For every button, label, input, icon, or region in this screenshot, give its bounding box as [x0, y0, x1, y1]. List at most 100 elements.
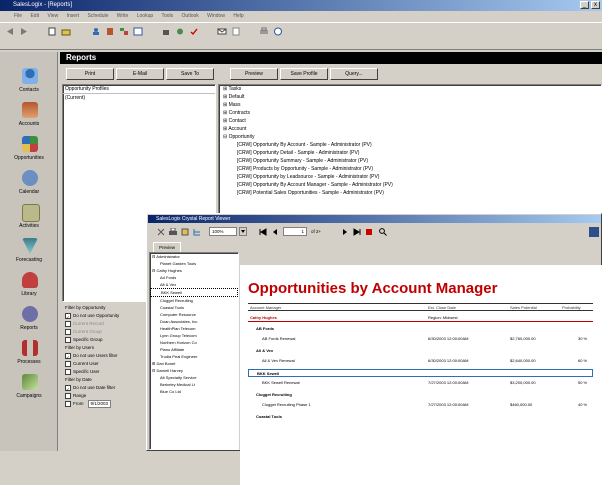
- print-icon[interactable]: [258, 26, 270, 37]
- group-node[interactable]: ⊟ Cathy Hughes: [150, 267, 238, 274]
- minimize-button[interactable]: _: [580, 1, 589, 9]
- group-node[interactable]: Lynn Group Telecom: [150, 332, 238, 339]
- report-item[interactable]: [CRW] Opportunity By Account Manager - S…: [219, 181, 601, 189]
- menu-schedule[interactable]: Schedule: [88, 13, 109, 19]
- first-page-icon[interactable]: [259, 228, 267, 236]
- close-button[interactable]: x: [591, 1, 600, 9]
- prev-page-icon[interactable]: [271, 228, 279, 236]
- checkbox[interactable]: [65, 392, 71, 399]
- checkbox[interactable]: [65, 368, 71, 375]
- filter-option[interactable]: Specific Group: [62, 336, 146, 344]
- meeting-icon[interactable]: [174, 26, 186, 37]
- calendar-icon[interactable]: [132, 26, 144, 37]
- group-tree-icon[interactable]: [193, 228, 201, 236]
- print-icon[interactable]: [169, 227, 177, 236]
- profile-list-item[interactable]: (Current): [63, 94, 215, 102]
- group-node[interactable]: Computer Resource: [150, 311, 238, 318]
- filter-option[interactable]: Current User: [62, 360, 146, 368]
- back-icon[interactable]: [4, 26, 16, 37]
- next-page-icon[interactable]: [341, 228, 349, 236]
- checkbox[interactable]: [65, 400, 71, 407]
- save-to-button[interactable]: Save To: [166, 68, 214, 80]
- group-node[interactable]: ⊟ Administrator: [150, 253, 238, 260]
- filter-option[interactable]: ✓ Do not use Date filter: [62, 384, 146, 392]
- help-icon[interactable]: [272, 26, 284, 37]
- report-item[interactable]: [CRW] Opportunity Summary - Sample - Adm…: [219, 157, 601, 165]
- close-icon[interactable]: [157, 228, 165, 236]
- checkbox[interactable]: [65, 360, 71, 367]
- group-node[interactable]: Blue Co Ltd: [150, 388, 238, 395]
- group-node[interactable]: Ad Fords: [150, 274, 238, 281]
- group-node[interactable]: ⊟ Darnell Harvey: [150, 367, 238, 374]
- group-node-selected[interactable]: BKK Sewell: [150, 288, 238, 297]
- nav-library[interactable]: Library: [0, 270, 58, 304]
- group-node[interactable]: HealthPlan Telecom: [150, 325, 238, 332]
- letter-icon[interactable]: [230, 26, 242, 37]
- group-node[interactable]: Plano Affiliate: [150, 346, 238, 353]
- menu-tools[interactable]: Tools: [161, 13, 173, 19]
- group-node[interactable]: Northern Horizon Co: [150, 339, 238, 346]
- todo-icon[interactable]: [188, 26, 200, 37]
- group-node[interactable]: ⊞ Dan Bonet: [150, 360, 238, 367]
- opportunity-icon[interactable]: [118, 26, 130, 37]
- nav-campaigns[interactable]: Campaigns: [0, 372, 58, 406]
- checkbox[interactable]: ✓: [65, 352, 71, 360]
- nav-opportunities[interactable]: Opportunities: [0, 134, 58, 168]
- print-button[interactable]: Print: [66, 68, 114, 80]
- menu-insert[interactable]: Insert: [67, 13, 80, 19]
- tab-preview[interactable]: Preview: [153, 242, 181, 252]
- checkbox[interactable]: [65, 320, 71, 327]
- last-page-icon[interactable]: [353, 228, 361, 236]
- report-item[interactable]: [CRW] Opportunity By Account - Sample - …: [219, 141, 601, 149]
- group-node[interactable]: Alt & Vex: [150, 281, 238, 288]
- group-node[interactable]: Doan Associates, Inc: [150, 318, 238, 325]
- filter-option[interactable]: Current Group: [62, 328, 146, 336]
- email-button[interactable]: E-Mail: [116, 68, 164, 80]
- menu-lookup[interactable]: Lookup: [137, 13, 153, 19]
- nav-forecasting[interactable]: Forecasting: [0, 236, 58, 270]
- stop-icon[interactable]: [365, 228, 373, 236]
- report-item[interactable]: [CRW] Potential Sales Opportunities - Sa…: [219, 189, 601, 197]
- open-icon[interactable]: [60, 26, 72, 37]
- save-profile-button[interactable]: Save Profile: [280, 68, 328, 80]
- menu-edit[interactable]: Edit: [30, 13, 39, 19]
- query-button[interactable]: Query...: [330, 68, 378, 80]
- menu-file[interactable]: File: [14, 13, 22, 19]
- phone-icon[interactable]: [160, 26, 172, 37]
- group-node[interactable]: Berkeley Medical Lt: [150, 381, 238, 388]
- group-node[interactable]: Coastal Tools: [150, 304, 238, 311]
- tree-node[interactable]: ⊞ Contact: [219, 117, 601, 125]
- group-node[interactable]: Clugget Recruiting: [150, 297, 238, 304]
- zoom-dropdown-icon[interactable]: [239, 227, 247, 236]
- group-node[interactable]: Alt Specialty Service: [150, 374, 238, 381]
- report-item[interactable]: [CRW] Opportunity by Leadsource - Sample…: [219, 173, 601, 181]
- menu-write[interactable]: Write: [117, 13, 129, 19]
- nav-processes[interactable]: Processes: [0, 338, 58, 372]
- checkbox[interactable]: [65, 328, 71, 335]
- preview-button[interactable]: Preview: [230, 68, 278, 80]
- menu-help[interactable]: Help: [233, 13, 243, 19]
- filter-option[interactable]: Range: [62, 392, 146, 400]
- report-item[interactable]: [CRW] Products by Opportunity - Sample -…: [219, 165, 601, 173]
- export-icon[interactable]: [181, 228, 189, 236]
- email-icon[interactable]: [216, 26, 228, 37]
- filter-option[interactable]: ✓ Do not use Users filter: [62, 352, 146, 360]
- menu-outlook[interactable]: Outlook: [182, 13, 199, 19]
- from-date-input[interactable]: 9/1/2003: [87, 400, 112, 408]
- nav-reports[interactable]: Reports: [0, 304, 58, 338]
- nav-calendar[interactable]: Calendar: [0, 168, 58, 202]
- filter-option[interactable]: Current Record: [62, 320, 146, 328]
- new-icon[interactable]: [46, 26, 58, 37]
- page-number-input[interactable]: 1: [283, 227, 307, 236]
- checkbox[interactable]: [65, 336, 71, 343]
- filter-option[interactable]: From 9/1/2003: [62, 400, 146, 408]
- menu-window[interactable]: Window: [207, 13, 225, 19]
- tree-node[interactable]: ⊞ Contracts: [219, 109, 601, 117]
- account-icon[interactable]: [104, 26, 116, 37]
- zoom-select[interactable]: 100%: [209, 227, 237, 236]
- group-node[interactable]: Planet Garden Tools: [150, 260, 238, 267]
- checkbox[interactable]: ✓: [65, 384, 71, 392]
- checkbox[interactable]: ✓: [65, 312, 71, 320]
- search-icon[interactable]: [379, 228, 387, 236]
- tree-node[interactable]: ⊞ Mass: [219, 101, 601, 109]
